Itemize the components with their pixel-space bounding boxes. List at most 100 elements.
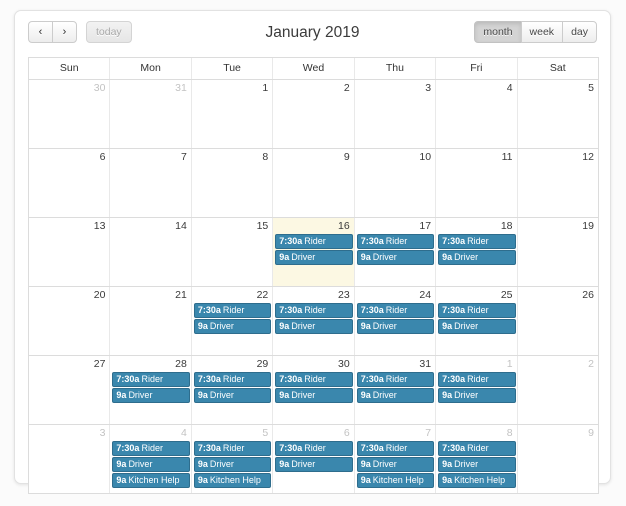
day-cell[interactable]: 17 7:30a Rider 9a Driver [353,218,436,286]
view-button-day[interactable]: day [562,21,597,43]
calendar-event[interactable]: 7:30a Rider [438,234,516,249]
calendar-event[interactable]: 9a Driver [193,319,272,334]
day-cell[interactable]: 5 7:30a Rider 9a Driver 9a Kitchen Help [190,425,273,493]
day-events: 7:30a Rider 9a Driver [355,372,435,403]
day-cell[interactable]: 30 [29,80,110,148]
calendar-event[interactable]: 9a Kitchen Help [438,473,516,488]
calendar-event[interactable]: 7:30a Rider [356,234,435,249]
day-cell[interactable]: 1 [190,80,273,148]
day-header-sat: Sat [516,58,598,79]
calendar-week-row: 13 14 15 16 7:30a Rider 9a Driver 17 7:30a Rider 9a… [29,218,598,287]
day-cell[interactable]: 27 [29,356,110,424]
day-cell[interactable]: 5 [516,80,598,148]
calendar-event[interactable]: 7:30a Rider [438,441,516,456]
day-cell[interactable]: 30 7:30a Rider 9a Driver [272,356,354,424]
day-cell[interactable]: 31 [109,80,191,148]
day-cell[interactable]: 26 [516,287,598,355]
day-cell[interactable]: 24 7:30a Rider 9a Driver [353,287,436,355]
day-cell[interactable]: 3 [353,80,436,148]
calendar-event[interactable]: 9a Kitchen Help [356,473,435,488]
calendar-event[interactable]: 9a Driver [356,388,435,403]
calendar-event[interactable]: 9a Driver [112,388,190,403]
calendar-event[interactable]: 9a Driver [356,250,435,265]
calendar-event[interactable]: 7:30a Rider [438,372,516,387]
next-month-button[interactable]: › [52,21,77,43]
calendar-event[interactable]: 9a Driver [112,457,190,472]
view-button-week[interactable]: week [520,21,564,43]
day-cell[interactable]: 7 7:30a Rider 9a Driver 9a Kitchen Help [353,425,436,493]
day-cell[interactable]: 1 7:30a Rider 9a Driver [435,356,517,424]
calendar-event[interactable]: 7:30a Rider [275,303,353,318]
day-number: 12 [582,151,594,163]
day-cell-today[interactable]: 16 7:30a Rider 9a Driver [272,218,354,286]
chevron-left-icon: ‹ [38,25,43,38]
day-cell[interactable]: 6 [29,149,110,217]
calendar-event[interactable]: 9a Kitchen Help [112,473,190,488]
day-number: 3 [99,427,106,439]
day-cell[interactable]: 11 [435,149,517,217]
calendar-event[interactable]: 9a Driver [275,250,353,265]
day-cell[interactable]: 12 [516,149,598,217]
prev-month-button[interactable]: ‹ [28,21,53,43]
day-cell[interactable]: 3 [29,425,110,493]
day-cell[interactable]: 15 [190,218,273,286]
day-cell[interactable]: 9 [516,425,598,493]
day-cell[interactable]: 18 7:30a Rider 9a Driver [435,218,517,286]
calendar-event[interactable]: 7:30a Rider [193,372,272,387]
calendar-event[interactable]: 9a Driver [275,319,353,334]
day-cell[interactable]: 29 7:30a Rider 9a Driver [190,356,273,424]
calendar-event[interactable]: 7:30a Rider [356,372,435,387]
day-cell[interactable]: 6 7:30a Rider 9a Driver [272,425,354,493]
calendar-event[interactable]: 9a Driver [275,457,353,472]
calendar-event[interactable]: 7:30a Rider [112,441,190,456]
view-button-month[interactable]: month [474,21,522,43]
day-cell[interactable]: 13 [29,218,110,286]
calendar-event[interactable]: 7:30a Rider [438,303,516,318]
calendar-event[interactable]: 9a Driver [193,388,272,403]
calendar-event[interactable]: 7:30a Rider [275,234,353,249]
calendar-event[interactable]: 7:30a Rider [193,303,272,318]
calendar-event[interactable]: 7:30a Rider [275,441,353,456]
calendar-event[interactable]: 9a Driver [438,388,516,403]
day-events: 7:30a Rider 9a Driver [355,234,435,265]
day-cell[interactable]: 20 [29,287,110,355]
calendar-event[interactable]: 7:30a Rider [356,303,435,318]
calendar-event[interactable]: 7:30a Rider [193,441,272,456]
today-button[interactable]: today [86,21,132,43]
day-cell[interactable]: 7 [109,149,191,217]
day-cell[interactable]: 9 [272,149,354,217]
calendar-event[interactable]: 9a Driver [438,319,516,334]
event-title: Driver [372,390,397,400]
calendar-event[interactable]: 9a Driver [356,319,435,334]
day-cell[interactable]: 22 7:30a Rider 9a Driver [190,287,273,355]
toolbar-left-group: ‹ › today [28,21,132,43]
day-cell[interactable]: 10 [353,149,436,217]
day-cell[interactable]: 31 7:30a Rider 9a Driver [353,356,436,424]
day-cell[interactable]: 19 [516,218,598,286]
day-cell[interactable]: 14 [109,218,191,286]
calendar-event[interactable]: 9a Driver [193,457,272,472]
day-cell[interactable]: 25 7:30a Rider 9a Driver [435,287,517,355]
calendar-event[interactable]: 9a Driver [275,388,353,403]
calendar-event[interactable]: 9a Driver [438,250,516,265]
calendar-event[interactable]: 9a Driver [356,457,435,472]
day-cell[interactable]: 23 7:30a Rider 9a Driver [272,287,354,355]
event-title: Rider [385,305,408,315]
calendar-event[interactable]: 9a Kitchen Help [193,473,272,488]
calendar-event[interactable]: 7:30a Rider [112,372,190,387]
day-cell[interactable]: 2 [516,356,598,424]
day-cell[interactable]: 28 7:30a Rider 9a Driver [109,356,191,424]
calendar-event[interactable]: 7:30a Rider [356,441,435,456]
event-title: Driver [454,321,479,331]
day-cell[interactable]: 4 [435,80,517,148]
day-cell[interactable]: 8 [190,149,273,217]
calendar-event[interactable]: 7:30a Rider [275,372,353,387]
day-number: 27 [93,358,106,370]
day-number: 1 [506,358,513,370]
day-cell[interactable]: 21 [109,287,191,355]
day-cell[interactable]: 2 [272,80,354,148]
day-cell[interactable]: 8 7:30a Rider 9a Driver 9a Kitchen Help [435,425,517,493]
day-cell[interactable]: 4 7:30a Rider 9a Driver 9a Kitchen Help [109,425,191,493]
calendar-event[interactable]: 9a Driver [438,457,516,472]
event-title: Rider [304,305,326,315]
